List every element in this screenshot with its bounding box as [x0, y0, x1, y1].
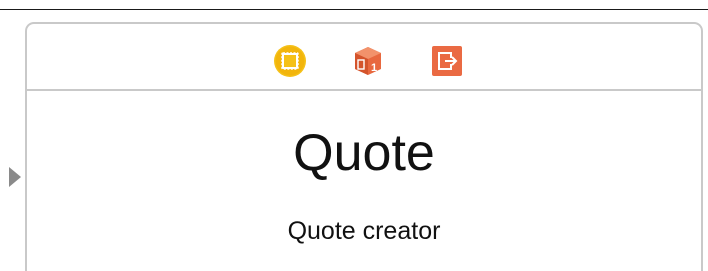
view-controller-icon[interactable] [273, 44, 307, 78]
exit-icon[interactable] [430, 44, 464, 78]
title-label[interactable]: Quote [27, 122, 701, 184]
first-responder-badge: 1 [371, 62, 377, 74]
canvas-divider [0, 9, 708, 10]
initial-view-controller-arrow-icon[interactable] [9, 167, 21, 187]
subtitle-label[interactable]: Quote creator [27, 216, 701, 246]
storyboard-canvas: 1 Quote Quote creator [0, 0, 708, 271]
view-controller-scene[interactable]: 1 Quote Quote creator [25, 22, 703, 271]
first-responder-icon[interactable]: 1 [351, 44, 385, 78]
scene-dock: 1 [27, 24, 701, 91]
